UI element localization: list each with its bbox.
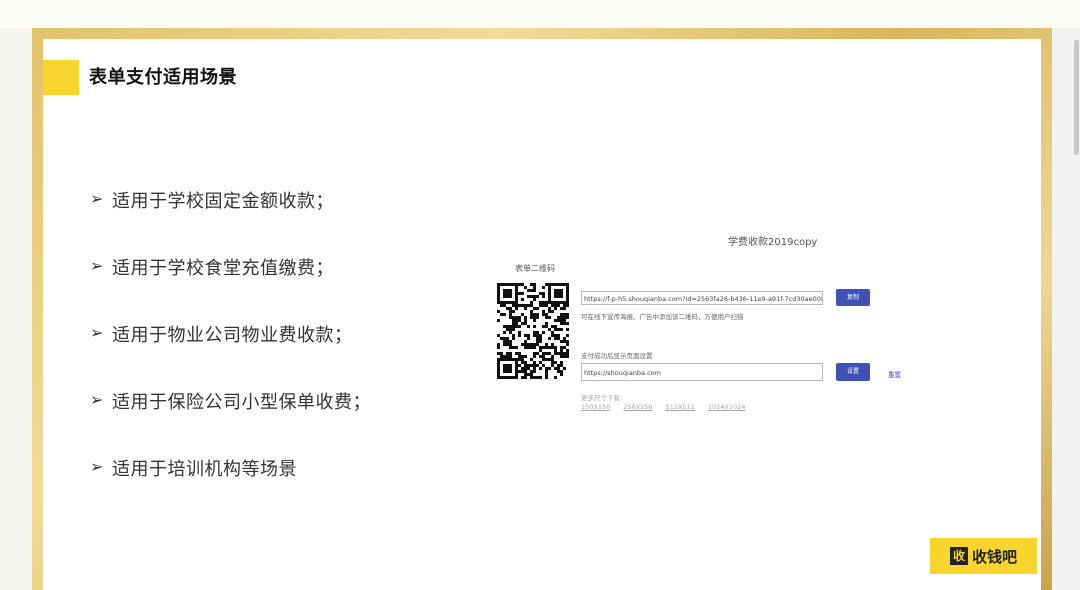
- bullet-text: 适用于培训机构等场景: [112, 459, 297, 480]
- size-link[interactable]: 1024X1024: [708, 403, 746, 411]
- brand-name: 收钱吧: [971, 547, 1017, 566]
- list-item: ➢ 适用于物业公司物业费收款；: [90, 321, 371, 388]
- qr-code-image: [497, 283, 569, 379]
- arrow-bullet-icon: ➢: [90, 457, 104, 476]
- success-url-field[interactable]: https://shouqianba.com: [581, 363, 823, 381]
- size-link[interactable]: 150X150: [581, 403, 610, 411]
- bullet-text: 适用于物业公司物业费收款；: [112, 325, 353, 346]
- form-url-field[interactable]: https://f-p-h5.shouqianba.com?id=2563fa2…: [581, 291, 823, 305]
- arrow-bullet-icon: ➢: [90, 323, 104, 342]
- arrow-bullet-icon: ➢: [90, 256, 104, 275]
- bullet-text: 适用于保险公司小型保单收费；: [112, 392, 371, 413]
- form-title: 学费收款2019copy: [728, 237, 818, 248]
- bullet-text: 适用于学校食堂充值缴费；: [112, 258, 334, 279]
- arrow-bullet-icon: ➢: [90, 189, 104, 208]
- sizes-label: 更多尺寸下载:: [581, 394, 623, 402]
- arrow-bullet-icon: ➢: [90, 390, 104, 409]
- scrollbar[interactable]: [1074, 40, 1079, 155]
- bullet-text: 适用于学校固定金额收款；: [112, 191, 334, 212]
- top-bar: [0, 0, 1080, 28]
- brand-logo: 收 收钱吧: [930, 538, 1037, 574]
- embedded-screenshot: 学费收款2019copy 表单二维码 https://f-p-h5.shouqi…: [483, 219, 923, 429]
- qr-code-label: 表单二维码: [515, 264, 555, 273]
- copy-button[interactable]: 复制: [836, 289, 870, 306]
- list-item: ➢ 适用于学校固定金额收款；: [90, 187, 371, 254]
- list-item: ➢ 适用于保险公司小型保单收费；: [90, 388, 371, 455]
- qr-hint-text: 可在线下宣传海报、广告中添加该二维码，方便用户扫描: [581, 313, 744, 321]
- list-item: ➢ 适用于学校食堂充值缴费；: [90, 254, 371, 321]
- slide-title: 表单支付适用场景: [89, 67, 237, 88]
- size-link[interactable]: 256X256: [623, 403, 652, 411]
- size-link[interactable]: 512X512: [666, 403, 695, 411]
- list-item: ➢ 适用于培训机构等场景: [90, 455, 371, 522]
- success-page-label: 支付成功后显示页面设置: [581, 352, 653, 360]
- bullet-list: ➢ 适用于学校固定金额收款； ➢ 适用于学校食堂充值缴费； ➢ 适用于物业公司物…: [90, 187, 371, 522]
- brand-mark-icon: 收: [949, 547, 968, 565]
- left-margin: [0, 28, 32, 590]
- slide: 表单支付适用场景 ➢ 适用于学校固定金额收款； ➢ 适用于学校食堂充值缴费； ➢…: [43, 39, 1041, 590]
- set-button[interactable]: 设置: [836, 363, 870, 381]
- reset-link[interactable]: 重置: [888, 369, 901, 379]
- title-accent-bar: [43, 60, 79, 95]
- size-links: 150X150 256X256 512X512 1024X1024: [581, 403, 745, 411]
